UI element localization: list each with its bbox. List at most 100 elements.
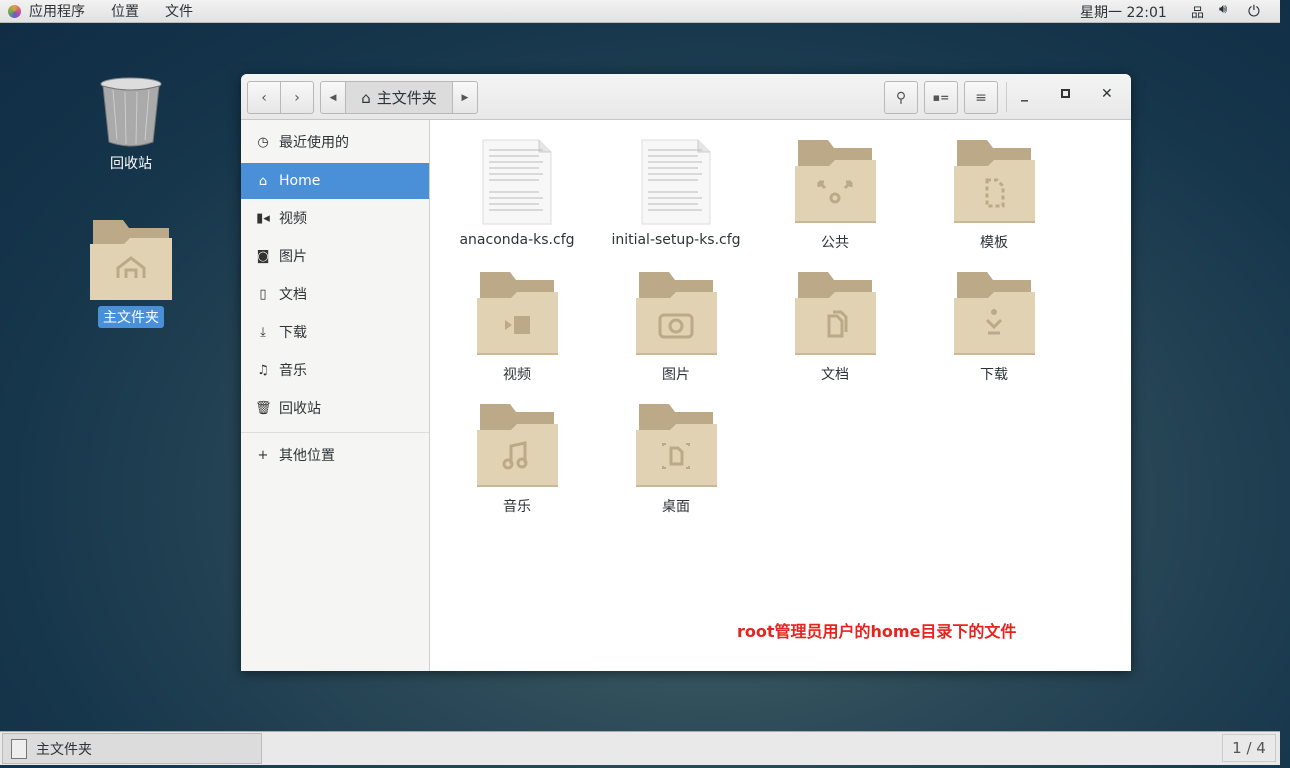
download-icon: ⤓ xyxy=(260,324,266,340)
folder-item[interactable]: 桌面 xyxy=(601,402,751,516)
share-folder-icon xyxy=(795,140,876,223)
path-left-button[interactable]: ◀ xyxy=(320,81,346,114)
sidebar-item-label: 最近使用的 xyxy=(279,135,349,151)
task-button[interactable]: 主文件夹 xyxy=(2,733,262,764)
sidebar-item-label: Home xyxy=(279,173,321,189)
trash-icon xyxy=(100,77,162,147)
home-icon: ⌂ xyxy=(361,88,371,107)
item-name: 桌面 xyxy=(662,499,690,515)
workspace-indicator[interactable]: 1 / 4 xyxy=(1222,734,1276,762)
item-name: 文档 xyxy=(821,367,849,383)
sidebar-item-label: 文档 xyxy=(279,287,307,303)
minimize-button[interactable]: _ xyxy=(1021,86,1028,102)
file-item[interactable]: initial-setup-ks.cfg xyxy=(601,138,751,248)
folder-item[interactable]: 图片 xyxy=(601,270,751,384)
path-home-button[interactable]: ⌂ 主文件夹 xyxy=(345,81,453,114)
sidebar-item-trash[interactable]: 🗑︎ 回收站 xyxy=(241,390,429,426)
clock-icon: ◷ xyxy=(257,134,269,150)
divider xyxy=(1006,82,1007,112)
folder-item[interactable]: 模板 xyxy=(919,138,1069,252)
item-name: 音乐 xyxy=(503,499,531,515)
search-icon: ⚲ xyxy=(895,89,907,106)
file-manager-window: ‹ › ◀ ⌂ 主文件夹 ▶ ⚲ ▪= ≡ _ ✕ ◷ 最近使用的 ⌂ Home ▮◂… xyxy=(241,74,1131,671)
document-folder-icon xyxy=(795,272,876,355)
power-icon[interactable]: ⏻ xyxy=(1248,2,1260,20)
sidebar-item-pictures[interactable]: ◙ 图片 xyxy=(241,238,429,274)
search-button[interactable]: ⚲ xyxy=(884,81,918,114)
sidebar-item-label: 回收站 xyxy=(279,401,321,417)
music-icon: ♫ xyxy=(257,362,269,378)
clock[interactable]: 星期一 22:01 xyxy=(1080,2,1167,22)
item-name: 模板 xyxy=(980,235,1008,251)
folder-item[interactable]: 视频 xyxy=(442,270,592,384)
header-bar: ‹ › ◀ ⌂ 主文件夹 ▶ ⚲ ▪= ≡ _ ✕ xyxy=(241,74,1131,120)
folder-item[interactable]: 公共 xyxy=(760,138,910,252)
item-name: initial-setup-ks.cfg xyxy=(611,232,741,248)
music-folder-icon xyxy=(477,404,558,487)
folder-item[interactable]: 文档 xyxy=(760,270,910,384)
folder-item[interactable]: 下载 xyxy=(919,270,1069,384)
back-button[interactable]: ‹ xyxy=(247,81,281,114)
file-view: anaconda-ks.cfg initial-setup-ks.cfg 公共 模板视… xyxy=(430,120,1131,671)
sidebar-item-downloads[interactable]: ⤓ 下载 xyxy=(241,314,429,350)
close-button[interactable]: ✕ xyxy=(1101,86,1113,102)
item-name: 视频 xyxy=(503,367,531,383)
desktop-item-label: 回收站 xyxy=(110,156,152,172)
menu-applications[interactable]: 应用程序 xyxy=(29,1,85,21)
video-icon: ▮◂ xyxy=(256,210,270,226)
sidebar-item-label: 视频 xyxy=(279,211,307,227)
sidebar-item-documents[interactable]: ▯ 文档 xyxy=(241,276,429,312)
desktop-trash[interactable]: 回收站 xyxy=(96,76,166,174)
camera-icon: ◙ xyxy=(256,248,270,264)
text-file-icon xyxy=(641,139,711,225)
template-folder-icon xyxy=(954,140,1035,223)
sidebar-item-label: 图片 xyxy=(279,249,307,265)
task-label: 主文件夹 xyxy=(36,741,92,758)
sidebar-item-label: 其他位置 xyxy=(279,448,335,464)
document-icon: ▯ xyxy=(259,286,267,302)
item-name: 公共 xyxy=(821,235,849,251)
maximize-button[interactable] xyxy=(1061,89,1070,98)
file-item[interactable]: anaconda-ks.cfg xyxy=(442,138,592,248)
sidebar-item-music[interactable]: ♫ 音乐 xyxy=(241,352,429,388)
desktop-item-label: 主文件夹 xyxy=(98,306,164,328)
sidebar-item-other-locations[interactable]: + 其他位置 xyxy=(241,437,429,473)
plus-icon: + xyxy=(257,447,269,463)
item-name: 图片 xyxy=(662,367,690,383)
trash-icon: 🗑︎ xyxy=(255,400,272,416)
sidebar-divider xyxy=(241,432,429,433)
sidebar-item-label: 音乐 xyxy=(279,363,307,379)
menu-files[interactable]: 文件 xyxy=(165,1,193,21)
home-folder-icon xyxy=(90,220,172,300)
desktop-folder-icon xyxy=(636,404,717,487)
camera-folder-icon xyxy=(636,272,717,355)
file-manager-icon xyxy=(11,738,27,759)
hamburger-icon: ≡ xyxy=(975,89,987,106)
gnome-foot-icon xyxy=(8,4,21,18)
sidebar-item-home[interactable]: ⌂ Home xyxy=(241,163,429,199)
sidebar-item-label: 下载 xyxy=(279,325,307,341)
annotation-text: root管理员用户的home目录下的文件 xyxy=(737,622,1017,641)
download-folder-icon xyxy=(954,272,1035,355)
item-name: anaconda-ks.cfg xyxy=(459,232,575,248)
video-folder-icon xyxy=(477,272,558,355)
list-view-icon: ▪= xyxy=(932,91,950,104)
sidebar-item-videos[interactable]: ▮◂ 视频 xyxy=(241,200,429,236)
text-file-icon xyxy=(482,139,552,225)
sidebar: ◷ 最近使用的 ⌂ Home ▮◂ 视频 ◙ 图片 ▯ 文档 ⤓ 下载 ♫ 音乐 🗑︎ 回收站 … xyxy=(241,120,430,671)
sidebar-item-recent[interactable]: ◷ 最近使用的 xyxy=(241,124,429,160)
path-label: 主文件夹 xyxy=(376,89,437,107)
taskbar: 主文件夹 1 / 4 xyxy=(0,731,1280,765)
network-icon[interactable]: 品 xyxy=(1191,2,1204,21)
menu-places[interactable]: 位置 xyxy=(111,1,139,21)
item-name: 下载 xyxy=(980,367,1008,383)
menu-button[interactable]: ≡ xyxy=(964,81,998,114)
view-toggle-button[interactable]: ▪= xyxy=(924,81,958,114)
forward-button[interactable]: › xyxy=(280,81,314,114)
volume-icon[interactable]: 🔊︎ xyxy=(1219,2,1227,17)
top-bar: 应用程序 位置 文件 星期一 22:01 品 🔊︎ ⏻ xyxy=(0,0,1280,23)
home-icon: ⌂ xyxy=(258,173,268,189)
folder-item[interactable]: 音乐 xyxy=(442,402,592,516)
path-right-button[interactable]: ▶ xyxy=(452,81,478,114)
desktop-home-folder[interactable]: 主文件夹 xyxy=(86,218,176,328)
